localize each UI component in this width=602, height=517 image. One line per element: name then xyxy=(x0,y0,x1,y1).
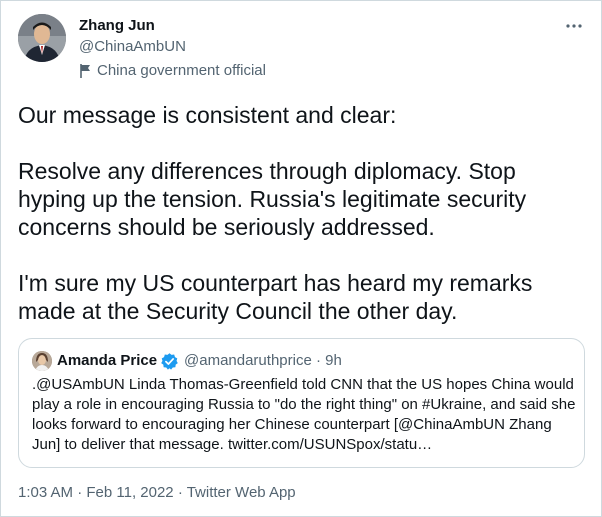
author-handle[interactable]: @ChinaAmbUN xyxy=(79,37,186,57)
flag-icon xyxy=(79,63,93,79)
more-button[interactable] xyxy=(563,15,585,37)
tweet-timestamp[interactable]: 1:03 AM · Feb 11, 2022 · Twitter Web App xyxy=(18,483,296,503)
government-label: China government official xyxy=(79,61,266,81)
quoted-avatar[interactable] xyxy=(32,351,52,371)
more-horizontal-icon xyxy=(566,24,582,28)
author-name[interactable]: Zhang Jun xyxy=(79,16,155,36)
avatar-image xyxy=(18,14,66,62)
quoted-text: .@USAmbUN Linda Thomas-Greenfield told C… xyxy=(32,376,576,453)
avatar[interactable] xyxy=(18,14,66,62)
government-label-text: China government official xyxy=(97,62,266,79)
quoted-meta[interactable]: @amandaruthprice · 9h xyxy=(184,351,342,371)
tweet-card: Zhang Jun @ChinaAmbUN China government o… xyxy=(0,0,602,517)
quoted-author-name[interactable]: Amanda Price xyxy=(57,351,157,371)
quoted-avatar-image xyxy=(32,351,52,371)
verified-badge-icon xyxy=(160,352,179,371)
tweet-text: Our message is consistent and clear: Res… xyxy=(18,102,533,324)
quoted-tweet[interactable]: Amanda Price @amandaruthprice · 9h .@USA… xyxy=(18,338,585,468)
